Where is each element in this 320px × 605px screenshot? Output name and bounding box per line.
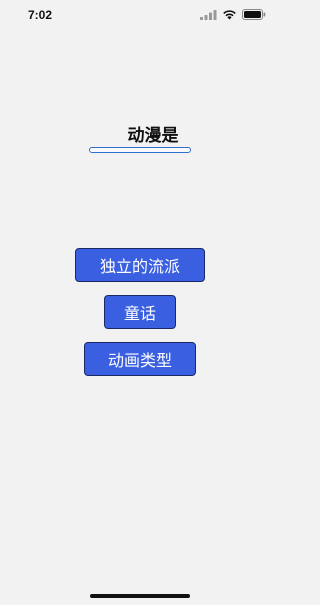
battery-icon (242, 9, 266, 20)
status-bar: 7:02 (0, 0, 280, 30)
status-icons (200, 9, 266, 20)
option-button-2[interactable]: 童话 (104, 295, 176, 329)
status-time: 7:02 (28, 8, 53, 22)
wifi-icon (223, 10, 236, 20)
cellular-signal-icon (200, 10, 217, 20)
option-button-1[interactable]: 独立的流派 (75, 248, 205, 282)
home-indicator[interactable] (90, 594, 190, 598)
option-button-3[interactable]: 动画类型 (84, 342, 196, 376)
question-title: 动漫是 (127, 126, 179, 146)
answer-input[interactable] (89, 147, 191, 153)
